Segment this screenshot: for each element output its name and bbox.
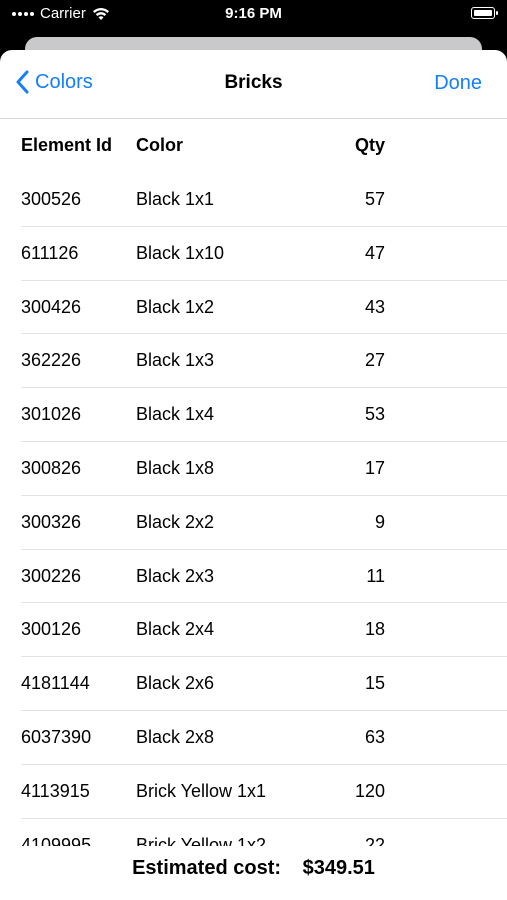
cell-color: Black 2x3 bbox=[136, 565, 215, 586]
cell-qty: 11 bbox=[366, 565, 385, 586]
cell-color: Black 2x8 bbox=[136, 726, 215, 747]
table-row[interactable]: 4113915 Brick Yellow 1x1 120 bbox=[0, 765, 507, 819]
cell-qty: 27 bbox=[364, 350, 385, 371]
cell-element-id: 300226 bbox=[21, 565, 82, 586]
page-title: Bricks bbox=[224, 72, 283, 93]
estimated-cost-value: $349.51 bbox=[302, 857, 375, 879]
cell-color: Black 2x2 bbox=[136, 511, 215, 532]
battery-icon bbox=[471, 7, 498, 19]
cell-color: Black 1x2 bbox=[136, 296, 215, 317]
cell-color: Brick Yellow 1x1 bbox=[136, 780, 267, 801]
cell-element-id: 4181144 bbox=[21, 673, 90, 694]
table-header: Element Id Color Qty bbox=[0, 119, 507, 173]
table-row[interactable]: 300826 Black 1x8 17 bbox=[0, 442, 507, 496]
cell-element-id: 301026 bbox=[21, 404, 82, 425]
cell-qty: 43 bbox=[364, 296, 385, 317]
status-time: 9:16 PM bbox=[225, 5, 282, 22]
cell-element-id: 362226 bbox=[21, 350, 82, 371]
done-button[interactable]: Done bbox=[434, 72, 482, 95]
estimated-cost-label: Estimated cost: bbox=[132, 857, 282, 879]
table-row[interactable]: 4181144 Black 2x6 15 bbox=[0, 657, 507, 711]
cell-element-id: 300426 bbox=[21, 296, 82, 317]
header-qty: Qty bbox=[354, 135, 385, 155]
table-row[interactable]: 300526 Black 1x1 57 bbox=[0, 173, 507, 227]
cell-qty: 18 bbox=[364, 619, 385, 640]
table-row[interactable]: 6037390 Black 2x8 63 bbox=[0, 711, 507, 765]
status-bar: Carrier 9:16 PM bbox=[0, 0, 507, 30]
header-element-id: Element Id bbox=[21, 135, 113, 155]
cell-qty: 15 bbox=[364, 673, 385, 694]
cell-element-id: 300126 bbox=[21, 619, 82, 640]
cost-footer: Estimated cost: $349.51 bbox=[0, 846, 507, 900]
table-row[interactable]: 362226 Black 1x3 27 bbox=[0, 334, 507, 388]
cell-color: Black 1x1 bbox=[136, 189, 215, 209]
cell-qty: 63 bbox=[364, 726, 385, 747]
cell-element-id: 300526 bbox=[21, 189, 82, 209]
cell-qty: 17 bbox=[364, 457, 385, 478]
navigation-bar: Colors Bricks Done bbox=[0, 50, 507, 119]
table-row[interactable]: 4109995 Brick Yellow 1x2 22 bbox=[0, 819, 507, 847]
cell-qty: 57 bbox=[364, 189, 385, 209]
cell-element-id: 6037390 bbox=[21, 726, 92, 747]
cell-color: Black 1x3 bbox=[136, 350, 215, 371]
bricks-table[interactable]: 300526 Black 1x1 57 611126 Black 1x10 47… bbox=[0, 173, 507, 847]
cell-color: Black 2x6 bbox=[136, 673, 215, 694]
table-row[interactable]: 300126 Black 2x4 18 bbox=[0, 603, 507, 657]
cell-color: Black 2x4 bbox=[136, 619, 215, 640]
cell-color: Black 1x4 bbox=[136, 404, 215, 425]
table-row[interactable]: 611126 Black 1x10 47 bbox=[0, 227, 507, 281]
cell-qty: 9 bbox=[374, 511, 385, 532]
cell-qty: 120 bbox=[354, 780, 385, 801]
table-row[interactable]: 301026 Black 1x4 53 bbox=[0, 388, 507, 442]
table-row[interactable]: 300226 Black 2x3 11 bbox=[0, 550, 507, 604]
table-row[interactable]: 300426 Black 1x2 43 bbox=[0, 281, 507, 335]
cell-element-id: 4113915 bbox=[21, 780, 90, 801]
cell-color: Black 1x10 bbox=[136, 242, 225, 263]
cell-qty: 47 bbox=[364, 242, 385, 263]
cell-qty: 53 bbox=[364, 404, 385, 425]
bricks-sheet: Colors Bricks Done Element Id Color Qty … bbox=[0, 50, 507, 900]
table-row[interactable]: 300326 Black 2x2 9 bbox=[0, 496, 507, 550]
header-color: Color bbox=[136, 135, 183, 155]
cell-element-id: 300326 bbox=[21, 511, 82, 532]
cell-element-id: 300826 bbox=[21, 457, 82, 478]
cell-color: Black 1x8 bbox=[136, 457, 215, 478]
cell-element-id: 611126 bbox=[21, 242, 79, 263]
